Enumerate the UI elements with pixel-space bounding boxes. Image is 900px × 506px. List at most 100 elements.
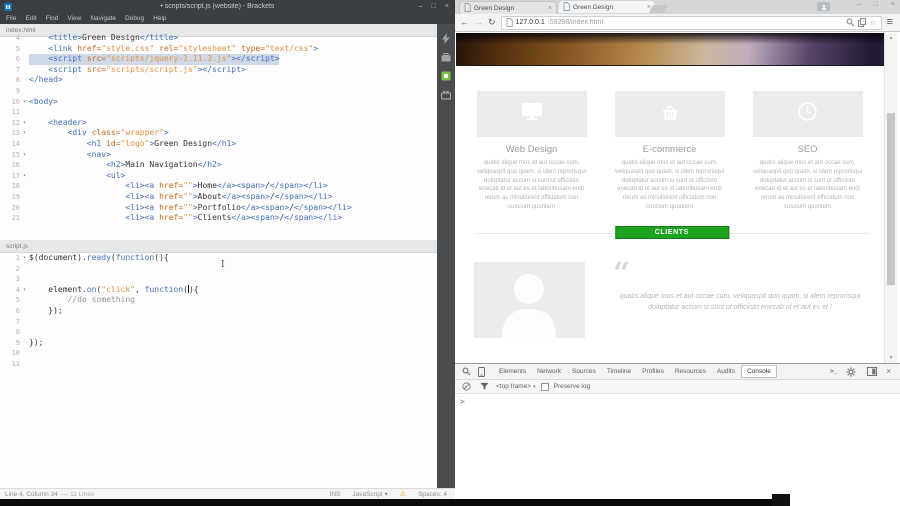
code-pane-js[interactable]: 1 ▾ $(document).ready(function(){2 3 4 ▾ elem… — [0, 253, 437, 370]
menu-edit[interactable]: Edit — [25, 15, 36, 22]
live-preview-icon[interactable] — [441, 33, 451, 44]
code-line[interactable]: 10 — [0, 348, 437, 359]
code-line[interactable]: 5 <link href="style.css" rel="stylesheet… — [0, 44, 437, 55]
fold-arrow-icon[interactable]: ▾ — [20, 150, 29, 161]
indent-setting[interactable]: Spaces: 4 — [418, 491, 447, 498]
inspect-search-icon[interactable] — [460, 367, 473, 376]
devtools-tab-profiles[interactable]: Profiles — [637, 366, 669, 377]
frame-selector[interactable]: <top frame> ▾ — [496, 383, 536, 390]
code-line[interactable]: 1 ▾ $(document).ready(function(){ — [0, 253, 437, 264]
code-line[interactable]: 12 ▾ <header> — [0, 118, 437, 129]
devtools-tab-sources[interactable]: Sources — [567, 366, 601, 377]
service-description: quatis alique mos et aut occae cum, veli… — [752, 160, 863, 210]
clients-button[interactable]: CLIENTS — [614, 226, 729, 239]
code-line[interactable]: 9}); — [0, 338, 437, 349]
devtools-tab-console[interactable]: Console — [740, 365, 777, 378]
menu-icon[interactable]: ≡ — [887, 17, 895, 28]
fold-arrow-icon[interactable]: ▾ — [20, 128, 29, 139]
console-output[interactable]: > — [455, 394, 900, 409]
back-icon[interactable]: ← — [460, 18, 469, 27]
code-line[interactable]: 19 <li><a href="">About</a><span>/</span… — [0, 192, 437, 203]
health-report-icon[interactable] — [441, 71, 451, 81]
close-button[interactable]: × — [891, 1, 895, 8]
code-line[interactable]: 8 — [0, 327, 437, 338]
code-line[interactable]: 9 — [0, 86, 437, 97]
profile-button[interactable] — [817, 2, 830, 11]
scrollbar-thumb[interactable] — [887, 113, 895, 285]
fold-arrow-icon[interactable]: ▾ — [20, 253, 29, 264]
menu-find[interactable]: Find — [46, 15, 59, 22]
menu-debug[interactable]: Debug — [125, 15, 144, 22]
close-button[interactable]: × — [445, 3, 449, 10]
dock-side-icon[interactable] — [865, 367, 879, 376]
new-tab-button[interactable] — [649, 5, 668, 13]
code-line[interactable]: 11 — [0, 359, 437, 370]
devtools-tab-network[interactable]: Network — [532, 366, 566, 377]
code-line[interactable]: 16 <h2>Main Navigation</h2> — [0, 160, 437, 171]
scroll-down-icon[interactable]: ▼ — [885, 355, 897, 361]
code-line[interactable]: 15 ▾ <nav> — [0, 150, 437, 161]
maximize-button[interactable]: □ — [874, 1, 878, 8]
tab-close-icon[interactable]: × — [548, 5, 552, 12]
menu-navigate[interactable]: Navigate — [90, 15, 116, 22]
devtools-tab-timeline[interactable]: Timeline — [602, 366, 636, 377]
minimize-button[interactable]: – — [419, 3, 423, 10]
menu-view[interactable]: View — [67, 15, 81, 22]
fold-arrow-icon[interactable]: ▾ — [20, 97, 29, 108]
minimize-button[interactable]: – — [857, 1, 861, 8]
code-token: </a><span> — [221, 191, 270, 201]
devtools-tab-elements[interactable]: Elements — [494, 366, 531, 377]
code-line[interactable]: 7 <script src="scripts/script.js"></scri… — [0, 65, 437, 76]
browser-tab[interactable]: Green Design × — [559, 1, 655, 13]
menu-file[interactable]: File — [6, 15, 16, 22]
code-line[interactable]: 4 ▾ element.on("click", function(){ — [0, 284, 437, 296]
scroll-up-icon[interactable]: ▲ — [885, 35, 897, 41]
star-icon[interactable]: ☆ — [869, 18, 876, 27]
code-line[interactable]: 6 }); — [0, 306, 437, 317]
code-line[interactable]: 20 <li><a href="">Portfolio</a><span>/</… — [0, 203, 437, 214]
pane-header-script-js[interactable]: script.js — [0, 240, 437, 253]
code-pane-html[interactable]: 4 <title>Green Design</title> 5 <link hre… — [0, 33, 437, 224]
browser-tab[interactable]: Green Design × — [459, 1, 557, 14]
fold-arrow-icon[interactable]: ▾ — [20, 171, 29, 182]
code-line[interactable]: 3 — [0, 274, 437, 285]
forward-icon[interactable]: → — [474, 18, 483, 27]
code-line[interactable]: 6 <script src="scripts/jquery-1.11.3.js"… — [0, 54, 437, 65]
menu-help[interactable]: Help — [153, 15, 166, 22]
code-line[interactable]: 2 — [0, 264, 437, 275]
bookmarks-icon[interactable] — [858, 18, 867, 27]
lint-warning-icon[interactable]: ⚠ — [400, 490, 406, 498]
devtools-close-icon[interactable]: × — [886, 367, 891, 376]
console-drawer-icon[interactable]: >_ — [830, 368, 837, 375]
preserve-log-checkbox[interactable] — [540, 382, 549, 391]
extension-manager-icon[interactable] — [441, 90, 451, 100]
device-mode-icon[interactable] — [476, 366, 487, 377]
code-line[interactable]: 14 <h1 id="logo">Green Design</h1> — [0, 139, 437, 150]
code-line[interactable]: 8 </head> — [0, 75, 437, 86]
language-selector[interactable]: JavaScript ▾ — [352, 490, 387, 498]
code-line[interactable]: 21 <li><a href="">Clients</a><span>/</sp… — [0, 213, 437, 224]
refresh-icon[interactable]: ↻ — [488, 18, 496, 27]
filter-icon[interactable] — [478, 382, 491, 391]
code-line[interactable]: 7 — [0, 317, 437, 328]
insert-mode-indicator[interactable]: INS — [330, 491, 341, 498]
extract-icon[interactable] — [441, 53, 451, 62]
address-bar[interactable]: 127.0.0.1:59298/index.html ☆ — [500, 15, 882, 30]
fold-arrow-icon[interactable]: ▾ — [20, 285, 29, 296]
clear-console-icon[interactable] — [460, 382, 473, 391]
code-line[interactable]: 17 ▾ <ul> — [0, 171, 437, 182]
code-line[interactable]: 10 ▾ <body> — [0, 97, 437, 108]
code-line[interactable]: 5 //do something — [0, 295, 437, 306]
search-icon[interactable] — [846, 18, 855, 27]
brackets-titlebar[interactable]: • scripts/script.js (website) - Brackets… — [0, 0, 455, 13]
code-line[interactable]: 4 <title>Green Design</title> — [0, 33, 437, 44]
code-line[interactable]: 11 — [0, 107, 437, 118]
code-line[interactable]: 13 ▾ <div class="wrapper"> — [0, 128, 437, 139]
devtools-tab-resources[interactable]: Resources — [670, 366, 711, 377]
devtools-tab-audits[interactable]: Audits — [712, 366, 740, 377]
page-scrollbar[interactable]: ▲ ▼ — [884, 33, 897, 363]
gear-icon[interactable] — [844, 366, 858, 377]
code-line[interactable]: 18 <li><a href="">Home</a><span>/</span>… — [0, 181, 437, 192]
maximize-button[interactable]: □ — [432, 3, 436, 10]
fold-arrow-icon[interactable]: ▾ — [20, 118, 29, 129]
